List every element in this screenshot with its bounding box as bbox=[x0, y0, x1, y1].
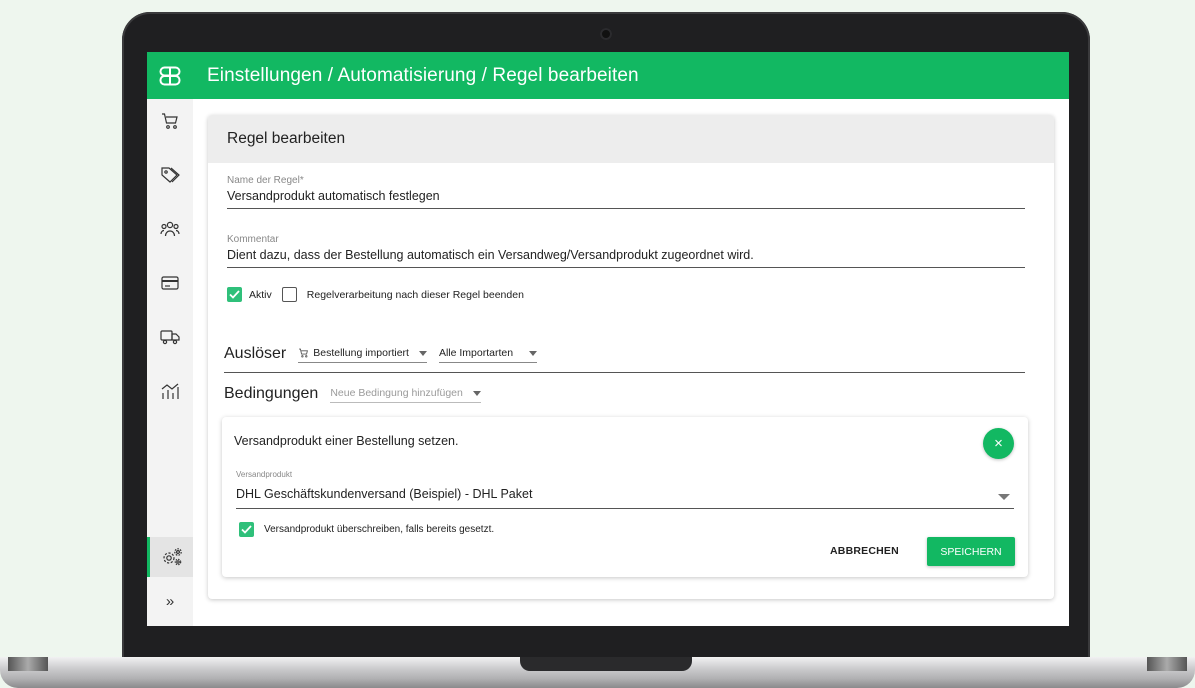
logo-icon[interactable] bbox=[147, 52, 193, 99]
rule-options: Aktiv Regelverarbeitung nach dieser Rege… bbox=[227, 287, 524, 302]
breadcrumb: Einstellungen / Automatisierung / Regel … bbox=[207, 64, 639, 86]
rule-name-field[interactable]: Name der Regel* Versandprodukt automatis… bbox=[227, 175, 1025, 209]
laptop-base-edge bbox=[1147, 657, 1187, 671]
top-bar: Einstellungen / Automatisierung / Regel … bbox=[147, 52, 1069, 99]
settings-gears-icon bbox=[162, 548, 182, 566]
sidebar-item-customers[interactable] bbox=[147, 209, 193, 249]
active-checkbox[interactable] bbox=[227, 287, 242, 302]
tags-icon bbox=[161, 167, 180, 183]
add-condition-placeholder: Neue Bedingung hinzufügen bbox=[330, 387, 463, 399]
trigger-section: Auslöser Bestellung importiert Alle Impo… bbox=[224, 345, 538, 363]
cancel-button[interactable]: ABBRECHEN bbox=[830, 545, 899, 557]
main-content: Regel bearbeiten Name der Regel* Versand… bbox=[193, 99, 1069, 626]
laptop-notch bbox=[520, 657, 692, 671]
comment-input[interactable]: Dient dazu, dass der Bestellung automati… bbox=[227, 248, 1025, 268]
remove-action-button[interactable]: × bbox=[983, 428, 1014, 459]
conditions-section: Bedingungen Neue Bedingung hinzufügen bbox=[224, 385, 481, 403]
analytics-icon bbox=[161, 383, 179, 399]
credit-card-icon bbox=[161, 276, 179, 290]
rule-name-label: Name der Regel* bbox=[227, 175, 304, 186]
overwrite-checkbox[interactable] bbox=[239, 522, 254, 537]
shipping-product-label: Versandprodukt bbox=[236, 470, 293, 479]
card-title: Regel bearbeiten bbox=[208, 115, 1054, 163]
sidebar-item-products[interactable] bbox=[147, 155, 193, 195]
truck-icon bbox=[160, 330, 180, 345]
sidebar: » bbox=[147, 99, 194, 626]
cart-icon bbox=[299, 348, 309, 358]
action-card: Versandprodukt einer Bestellung setzen. … bbox=[222, 417, 1028, 577]
conditions-title: Bedingungen bbox=[224, 385, 319, 402]
import-type-select[interactable]: Alle Importarten bbox=[438, 347, 538, 363]
sidebar-item-orders[interactable] bbox=[147, 101, 193, 141]
active-label: Aktiv bbox=[249, 288, 272, 301]
chevron-down-icon bbox=[529, 350, 538, 356]
save-button[interactable]: SPEICHERN bbox=[927, 537, 1015, 566]
expand-sidebar-button[interactable]: » bbox=[147, 581, 193, 621]
sidebar-item-payments[interactable] bbox=[147, 263, 193, 303]
stop-processing-checkbox[interactable] bbox=[281, 287, 297, 302]
comment-label: Kommentar bbox=[227, 234, 279, 245]
overwrite-option: Versandprodukt überschreiben, falls bere… bbox=[239, 522, 494, 537]
import-type-value: Alle Importarten bbox=[438, 347, 514, 359]
sidebar-item-settings[interactable] bbox=[147, 537, 193, 577]
divider bbox=[224, 372, 1025, 373]
close-icon: × bbox=[994, 435, 1003, 452]
sidebar-item-shipping[interactable] bbox=[147, 317, 193, 357]
add-condition-select[interactable]: Neue Bedingung hinzufügen bbox=[330, 387, 481, 403]
laptop-base-edge bbox=[8, 657, 48, 671]
stop-processing-label: Regelverarbeitung nach dieser Regel been… bbox=[306, 288, 524, 301]
trigger-event-select[interactable]: Bestellung importiert bbox=[298, 347, 427, 363]
camera bbox=[600, 28, 612, 40]
overwrite-label: Versandprodukt überschreiben, falls bere… bbox=[264, 524, 495, 535]
app-screen: Einstellungen / Automatisierung / Regel … bbox=[147, 52, 1069, 626]
rule-edit-card: Regel bearbeiten Name der Regel* Versand… bbox=[208, 115, 1054, 599]
action-title: Versandprodukt einer Bestellung setzen. bbox=[234, 434, 459, 448]
shipping-product-value: DHL Geschäftskundenversand (Beispiel) - … bbox=[236, 487, 533, 501]
rule-name-input[interactable]: Versandprodukt automatisch festlegen bbox=[227, 189, 1025, 209]
shipping-product-select[interactable]: DHL Geschäftskundenversand (Beispiel) - … bbox=[236, 487, 1014, 509]
chevron-down-icon bbox=[998, 494, 1010, 500]
comment-field[interactable]: Kommentar Dient dazu, dass der Bestellun… bbox=[227, 234, 1025, 268]
users-icon bbox=[160, 221, 180, 237]
trigger-event-value: Bestellung importiert bbox=[313, 347, 409, 359]
sidebar-item-analytics[interactable] bbox=[147, 371, 193, 411]
trigger-title: Auslöser bbox=[224, 345, 287, 362]
chevron-down-icon bbox=[472, 390, 481, 396]
chevron-down-icon bbox=[418, 350, 427, 356]
cart-icon bbox=[162, 113, 178, 129]
